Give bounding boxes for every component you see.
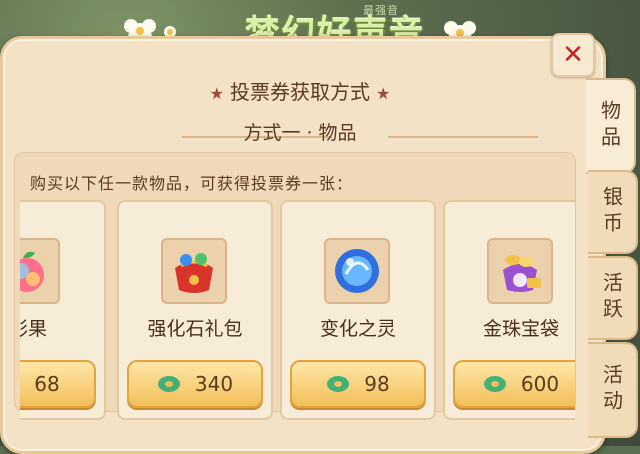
jade-coin-icon [157,375,181,393]
treasure-bag-icon [493,244,547,298]
item-icon-box [161,238,227,304]
tab-silver[interactable]: 银币 [588,170,638,254]
item-icon-box [20,238,60,304]
method-title: 方式一 · 物品 [0,118,600,145]
item-card-list[interactable]: 彩果 68 强化石礼包 340 [20,200,575,420]
dialog-title: 投票券获取方式 [230,80,370,104]
item-name: 金珠宝袋 [445,314,575,341]
item-icon-box [487,238,553,304]
spirit-orb-icon [330,244,384,298]
tab-events[interactable]: 活动 [588,342,638,438]
buy-button[interactable]: 600 [453,360,575,408]
star-icon: ★ [210,84,224,103]
item-price: 340 [195,372,233,396]
item-card[interactable]: 强化石礼包 340 [117,200,273,420]
close-icon: ✕ [562,42,584,68]
item-card[interactable]: 变化之灵 98 [280,200,436,420]
gift-bag-icon [167,244,221,298]
tab-activity[interactable]: 活跃 [588,256,638,340]
item-icon-box [324,238,390,304]
star-icon: ★ [376,84,390,103]
close-button[interactable]: ✕ [551,33,595,77]
item-name: 彩果 [20,314,104,341]
fruit-icon [20,245,53,297]
buy-button[interactable]: 340 [127,360,263,408]
item-price: 600 [521,372,559,396]
item-price: 98 [364,372,389,396]
item-name: 强化石礼包 [119,314,271,341]
buy-button[interactable]: 68 [20,360,96,408]
tab-items[interactable]: 物品 [586,78,636,174]
item-card[interactable]: 金珠宝袋 600 [443,200,575,420]
item-card[interactable]: 彩果 68 [20,200,106,420]
jade-coin-icon [483,375,507,393]
item-price: 68 [34,372,59,396]
dialog-header: ★ 投票券获取方式 ★ [0,76,600,105]
item-name: 变化之灵 [282,314,434,341]
method-description: 购买以下任一款物品，可获得投票券一张： [30,170,353,194]
jade-coin-icon [326,375,350,393]
buy-button[interactable]: 98 [290,360,426,408]
